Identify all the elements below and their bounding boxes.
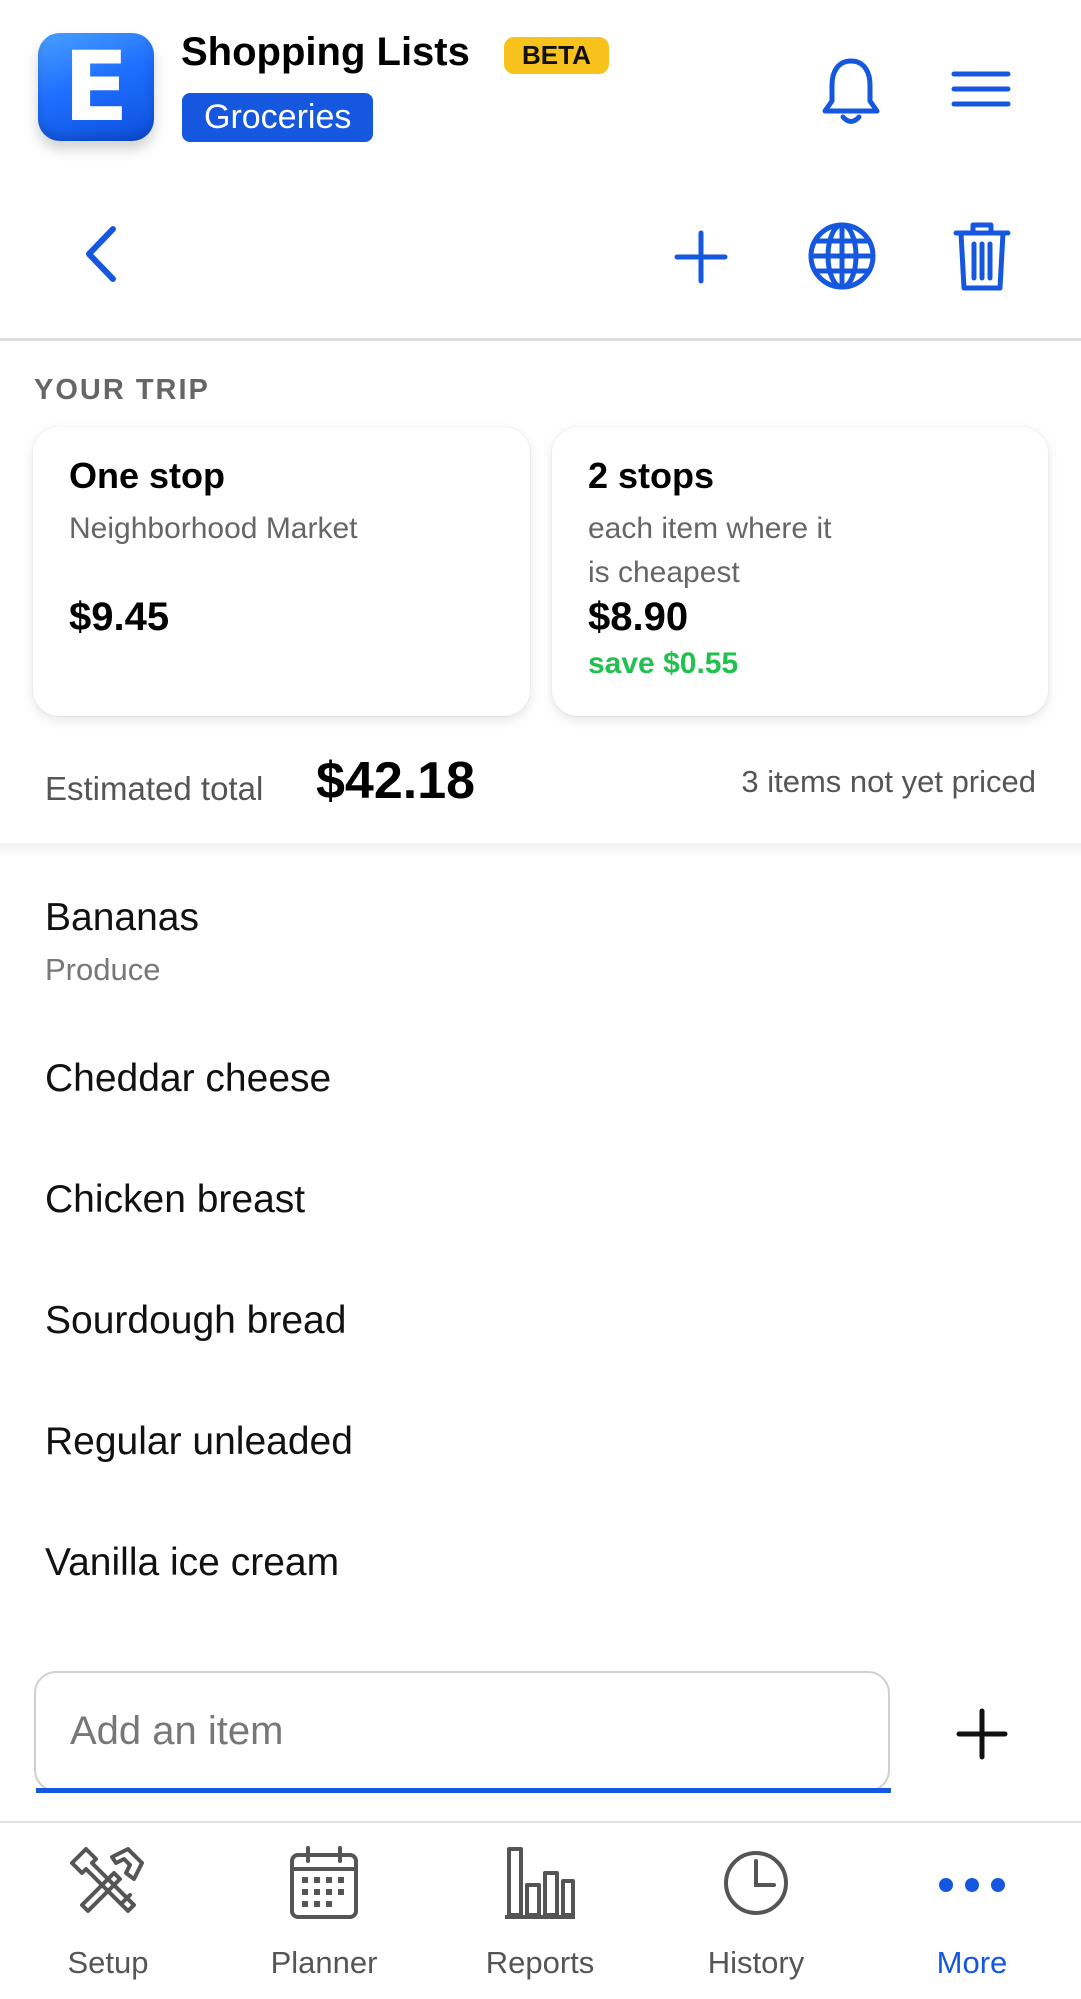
add-icon[interactable]	[664, 220, 738, 294]
back-icon[interactable]	[66, 214, 136, 294]
section-shadow	[0, 843, 1081, 857]
list-item[interactable]: Regular unleaded	[45, 1420, 353, 1464]
trash-icon[interactable]	[948, 214, 1016, 298]
list-item[interactable]: Cheddar cheese	[45, 1057, 331, 1101]
add-item-input[interactable]: Add an item	[34, 1671, 890, 1792]
card-subtitle: each item where it is cheapest	[588, 507, 831, 595]
tab-label: More	[936, 1945, 1008, 1980]
menu-icon[interactable]	[944, 58, 1018, 120]
savings-text: save $0.55	[588, 647, 739, 680]
list-item[interactable]: Vanilla ice cream	[45, 1541, 339, 1585]
card-price: $9.45	[69, 595, 170, 639]
tab-label: History	[707, 1945, 805, 1980]
more-icon	[887, 1845, 1057, 1921]
list-item[interactable]: Sourdough bread	[45, 1299, 346, 1343]
tab-more[interactable]: More	[887, 1845, 1057, 1985]
card-subtitle-line: is cheapest	[588, 556, 740, 589]
list-item[interactable]: Chicken breast	[45, 1178, 305, 1222]
two-stops-card[interactable]: 2 stops each item where it is cheapest $…	[552, 427, 1048, 716]
tab-planner[interactable]: Planner	[239, 1845, 409, 1985]
clock-icon	[671, 1845, 841, 1921]
tab-label: Setup	[67, 1945, 149, 1980]
list-name-chip[interactable]: Groceries	[182, 93, 374, 142]
notifications-bell-icon[interactable]	[812, 52, 890, 130]
globe-icon[interactable]	[802, 216, 882, 296]
bar-chart-icon	[455, 1845, 625, 1921]
tools-icon	[23, 1845, 193, 1921]
card-subtitle-line: each item where it	[588, 512, 832, 545]
estimated-total-label: Estimated total	[45, 770, 264, 807]
unpriced-note: 3 items not yet priced	[741, 764, 1036, 799]
estimated-total-value: $42.18	[316, 752, 476, 810]
card-price: $8.90	[588, 595, 689, 639]
tab-history[interactable]: History	[671, 1845, 841, 1985]
tab-label: Reports	[485, 1945, 595, 1980]
list-item-category: Produce	[45, 952, 161, 987]
add-item-plus-icon[interactable]	[950, 1702, 1014, 1766]
beta-badge: BETA	[504, 37, 609, 74]
one-stop-card[interactable]: One stop Neighborhood Market $9.45	[33, 427, 530, 716]
tab-bar-divider	[0, 1821, 1081, 1823]
tab-reports[interactable]: Reports	[455, 1845, 625, 1985]
section-label: YOUR TRIP	[34, 374, 210, 406]
card-subtitle: Neighborhood Market	[69, 512, 358, 545]
tab-label: Planner	[270, 1945, 378, 1980]
input-focus-underline	[36, 1788, 891, 1793]
list-item[interactable]: Bananas	[45, 896, 199, 940]
tab-setup[interactable]: Setup	[23, 1845, 193, 1985]
card-title: 2 stops	[588, 455, 715, 496]
calendar-icon	[239, 1845, 409, 1921]
card-title: One stop	[69, 455, 226, 496]
app-title: Shopping Lists	[181, 30, 470, 74]
app-logo: E	[38, 33, 154, 141]
